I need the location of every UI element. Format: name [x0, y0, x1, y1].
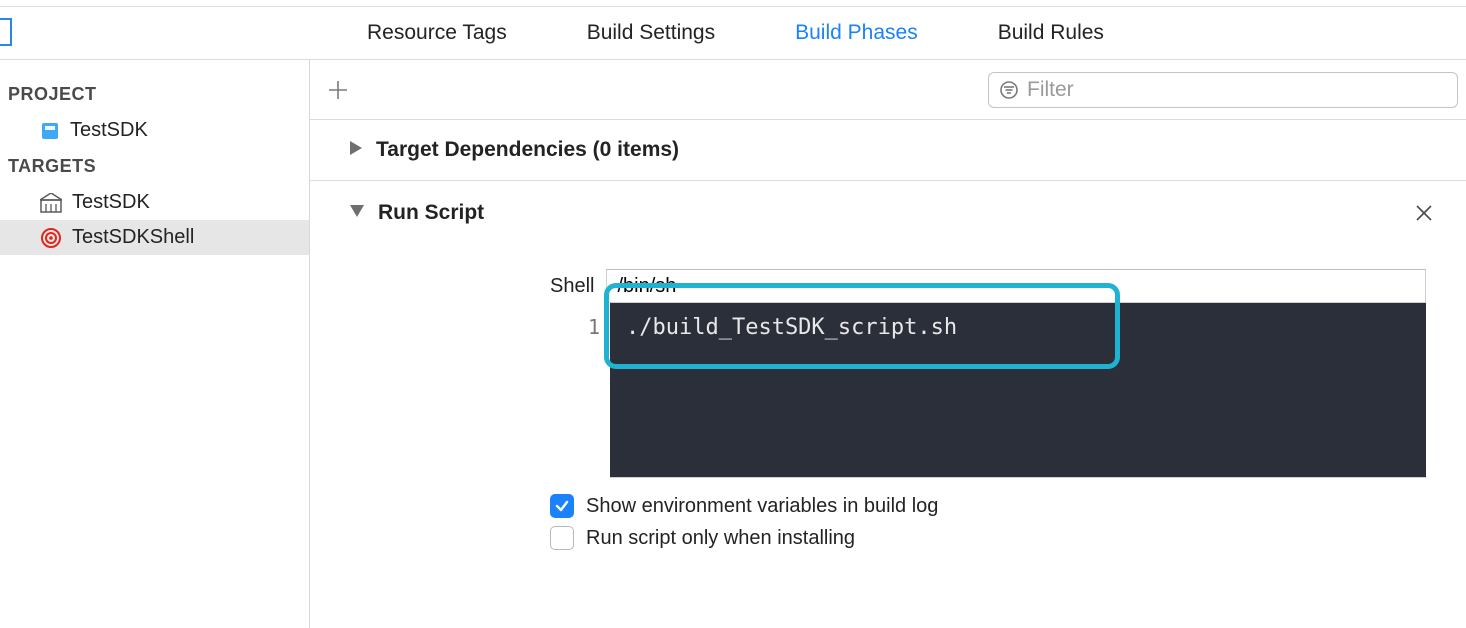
- filter-icon: [999, 80, 1019, 100]
- phase-target-dependencies[interactable]: Target Dependencies (0 items): [310, 120, 1466, 181]
- sidebar-target-label: TestSDK: [72, 191, 150, 214]
- project-sidebar: PROJECT TestSDK TARGETS TestSDK TestSDKS…: [0, 60, 310, 628]
- add-phase-button[interactable]: [318, 70, 358, 110]
- show-env-checkbox-row[interactable]: Show environment variables in build log: [550, 478, 1426, 524]
- tab-build-rules[interactable]: Build Rules: [998, 21, 1104, 45]
- sidebar-target-testsdk[interactable]: TestSDK: [0, 185, 309, 220]
- run-only-install-checkbox[interactable]: [550, 526, 574, 550]
- script-editor[interactable]: 1 ./build_TestSDK_script.sh: [610, 303, 1426, 478]
- tab-build-phases[interactable]: Build Phases: [795, 21, 918, 45]
- sidebar-target-testsdkshell[interactable]: TestSDKShell: [0, 220, 309, 255]
- tab-build-settings[interactable]: Build Settings: [587, 21, 715, 45]
- shell-label: Shell: [550, 275, 594, 298]
- run-script-body: Shell 1 ./build_TestSDK_script.sh Show e…: [310, 245, 1466, 556]
- show-env-label: Show environment variables in build log: [586, 495, 938, 518]
- show-env-checkbox[interactable]: [550, 494, 574, 518]
- sidebar-targets-header: TARGETS: [0, 148, 309, 185]
- phases-toolbar: [310, 60, 1466, 120]
- app-icon: [40, 121, 60, 141]
- sidebar-project-item[interactable]: TestSDK: [0, 113, 309, 148]
- phase-title: Run Script: [378, 201, 484, 225]
- sidebar-target-label: TestSDKShell: [72, 226, 194, 249]
- shell-input[interactable]: [606, 269, 1426, 303]
- disclosure-triangle-icon: [350, 204, 364, 222]
- disclosure-triangle-icon: [350, 141, 362, 160]
- run-only-install-label: Run script only when installing: [586, 527, 855, 550]
- phase-run-script[interactable]: Run Script: [310, 181, 1466, 245]
- tab-resource-tags[interactable]: Resource Tags: [367, 21, 507, 45]
- remove-phase-button[interactable]: [1410, 199, 1438, 227]
- main-panel: Target Dependencies (0 items) Run Script…: [310, 60, 1466, 628]
- sidebar-project-header: PROJECT: [0, 76, 309, 113]
- filter-field-wrap[interactable]: [988, 72, 1458, 108]
- phase-title: Target Dependencies (0 items): [376, 138, 679, 162]
- filter-input[interactable]: [1027, 78, 1447, 102]
- sidebar-project-label: TestSDK: [70, 119, 148, 142]
- editor-tabbar: Resource Tags Build Settings Build Phase…: [0, 6, 1466, 60]
- line-number: 1: [588, 315, 600, 339]
- framework-icon: [40, 193, 62, 213]
- shell-row: Shell: [550, 269, 1426, 303]
- run-only-install-checkbox-row[interactable]: Run script only when installing: [550, 524, 1426, 556]
- aggregate-target-icon: [40, 227, 62, 249]
- script-text: ./build_TestSDK_script.sh: [626, 315, 957, 340]
